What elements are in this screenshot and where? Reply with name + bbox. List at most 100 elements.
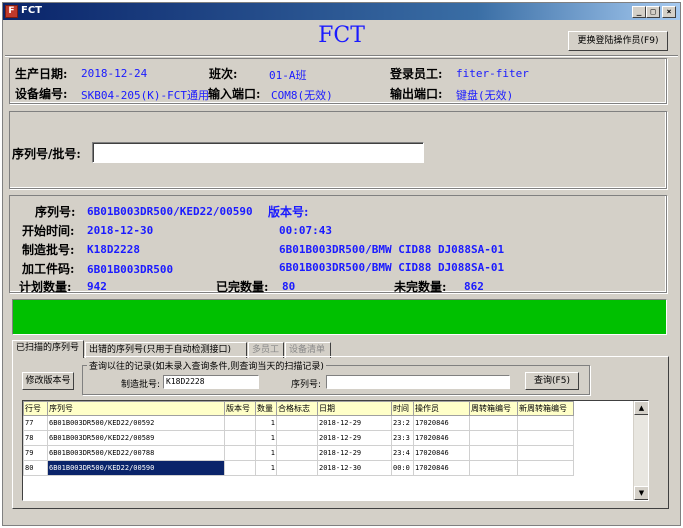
column-header[interactable]: 版本号 (224, 401, 256, 416)
column-header[interactable]: 行号 (23, 401, 48, 416)
table-cell-date[interactable]: 2018-12-29 (317, 415, 392, 431)
prod-date-label: 生产日期: (15, 67, 68, 81)
table-cell-serial[interactable]: 6B01B003DR500/KED22/00589 (47, 430, 225, 446)
start-time-value: 00:07:43 (279, 224, 332, 237)
query-group-title: 查询以往的记录(如未录入查询条件,则查询当天的扫描记录) (87, 359, 326, 372)
table-cell-box[interactable] (469, 445, 518, 461)
column-header[interactable]: 操作员 (413, 401, 470, 416)
column-header[interactable]: 新周转箱编号 (517, 401, 574, 416)
batch-desc: 6B01B003DR500/BMW CID88 DJ088SA-01 (279, 243, 505, 256)
table-cell-version[interactable] (224, 415, 256, 431)
close-button[interactable]: × (662, 6, 676, 18)
undone-qty-label: 未完数量: (394, 280, 447, 294)
table-cell-time[interactable]: 23:2 (391, 415, 414, 431)
table-cell-newbox[interactable] (517, 430, 574, 446)
table-row[interactable]: 77 6B01B003DR500/KED22/00592 1 2018-12-29 23… (23, 415, 574, 431)
column-header[interactable]: 序列号 (47, 401, 225, 416)
table-cell-newbox[interactable] (517, 415, 574, 431)
batch-label: 制造批号: (22, 243, 75, 257)
table-cell-row[interactable]: 79 (23, 445, 48, 461)
table-cell-date[interactable]: 2018-12-29 (317, 430, 392, 446)
change-operator-button[interactable]: 更换登陆操作员(F9) (568, 31, 668, 51)
table-cell-version[interactable] (224, 430, 256, 446)
column-header[interactable]: 合格标志 (276, 401, 318, 416)
minimize-button[interactable]: _ (632, 6, 646, 18)
scroll-down-icon[interactable]: ▼ (634, 486, 648, 500)
table-cell-pass[interactable] (276, 460, 318, 476)
column-header[interactable]: 周转箱编号 (469, 401, 518, 416)
plan-qty-label: 计划数量: (19, 280, 72, 294)
query-serial-label: 序列号: (291, 380, 322, 390)
table-row[interactable]: 79 6B01B003DR500/KED22/00788 1 2018-12-29 23… (23, 445, 574, 461)
table-cell-box[interactable] (469, 430, 518, 446)
table-row[interactable]: 78 6B01B003DR500/KED22/00589 1 2018-12-29 23… (23, 430, 574, 446)
login-value: fiter-fiter (456, 67, 529, 80)
batch-value: K18D2228 (87, 243, 140, 256)
table-header-row: 行号 序列号 版本号 数量 合格标志 日期 时间 操作员 周转箱编号 新周转箱编号 (23, 401, 574, 416)
table-cell-pass[interactable] (276, 430, 318, 446)
output-port-label: 输出端口: (390, 87, 443, 101)
scanned-grid[interactable]: 行号 序列号 版本号 数量 合格标志 日期 时间 操作员 周转箱编号 新周转箱编号 77 6B01B… (22, 400, 649, 501)
table-cell-row[interactable]: 77 (23, 415, 48, 431)
scroll-up-icon[interactable]: ▲ (634, 401, 648, 415)
table-cell-qty[interactable]: 1 (255, 445, 277, 461)
table-cell-operator[interactable]: 17020846 (413, 445, 470, 461)
query-button[interactable]: 查询(F5) (525, 372, 579, 390)
query-batch-input[interactable]: K18D2228 (163, 375, 259, 389)
version-label: 版本号: (268, 205, 309, 219)
serial-label: 序列号: (35, 205, 76, 219)
table-row[interactable]: 80 6B01B003DR500/KED22/00590 1 2018-12-30 00… (23, 460, 574, 476)
table-cell-newbox[interactable] (517, 460, 574, 476)
table-cell-version[interactable] (224, 445, 256, 461)
table-cell-version[interactable] (224, 460, 256, 476)
table-cell-serial[interactable]: 6B01B003DR500/KED22/00590 (47, 460, 225, 476)
maximize-button[interactable]: □ (646, 6, 660, 18)
done-qty-value: 80 (282, 280, 296, 293)
part-label: 加工件码: (22, 262, 75, 276)
output-port-value: 键盘(无效) (456, 89, 514, 102)
table-cell-time[interactable]: 23:3 (391, 430, 414, 446)
tab-scanned-serials[interactable]: 已扫描的序列号 (12, 340, 84, 358)
table-cell-row[interactable]: 80 (23, 460, 48, 476)
table-cell-newbox[interactable] (517, 445, 574, 461)
shift-label: 班次: (209, 67, 238, 81)
window-title: FCT (21, 5, 42, 16)
part-desc: 6B01B003DR500/BMW CID88 DJ088SA-01 (279, 261, 505, 274)
table-cell-row[interactable]: 78 (23, 430, 48, 446)
input-port-value: COM8(无效) (271, 89, 333, 102)
device-value: SKB04-205(K)-FCT通用 (81, 89, 209, 102)
column-header[interactable]: 日期 (317, 401, 392, 416)
query-batch-label: 制造批号: (121, 380, 161, 390)
modify-version-button[interactable]: 修改版本号 (22, 372, 74, 390)
table-cell-date[interactable]: 2018-12-30 (317, 460, 392, 476)
table-cell-time[interactable]: 00:0 (391, 460, 414, 476)
start-date-value: 2018-12-30 (87, 224, 154, 237)
table-cell-time[interactable]: 23:4 (391, 445, 414, 461)
table-cell-box[interactable] (469, 415, 518, 431)
table-cell-qty[interactable]: 1 (255, 430, 277, 446)
table-cell-qty[interactable]: 1 (255, 415, 277, 431)
serial-batch-label: 序列号/批号: (12, 147, 81, 161)
table-cell-operator[interactable]: 17020846 (413, 415, 470, 431)
table-cell-pass[interactable] (276, 415, 318, 431)
table-cell-operator[interactable]: 17020846 (413, 430, 470, 446)
table-cell-date[interactable]: 2018-12-29 (317, 445, 392, 461)
column-header[interactable]: 时间 (391, 401, 414, 416)
title-bar[interactable]: F FCT _ □ × (3, 3, 680, 20)
table-cell-pass[interactable] (276, 445, 318, 461)
column-header[interactable]: 数量 (255, 401, 277, 416)
query-serial-input[interactable] (326, 375, 510, 389)
part-value: 6B01B003DR500 (87, 263, 174, 276)
table-cell-operator[interactable]: 17020846 (413, 460, 470, 476)
serial-batch-input[interactable] (92, 142, 424, 163)
table-body: 77 6B01B003DR500/KED22/00592 1 2018-12-29 23… (23, 415, 574, 476)
table-cell-box[interactable] (469, 460, 518, 476)
app-window: F FCT _ □ × FCT 更换登陆操作员(F9) 生产日期: 2018-1… (2, 2, 681, 526)
table-cell-qty[interactable]: 1 (255, 460, 277, 476)
table-cell-serial[interactable]: 6B01B003DR500/KED22/00592 (47, 415, 225, 431)
start-time-label: 开始时间: (22, 224, 75, 238)
grid-scrollbar[interactable]: ▲ ▼ (633, 401, 648, 500)
prod-date-value: 2018-12-24 (81, 67, 148, 80)
table-cell-serial[interactable]: 6B01B003DR500/KED22/00788 (47, 445, 225, 461)
undone-qty-value: 862 (464, 280, 484, 293)
